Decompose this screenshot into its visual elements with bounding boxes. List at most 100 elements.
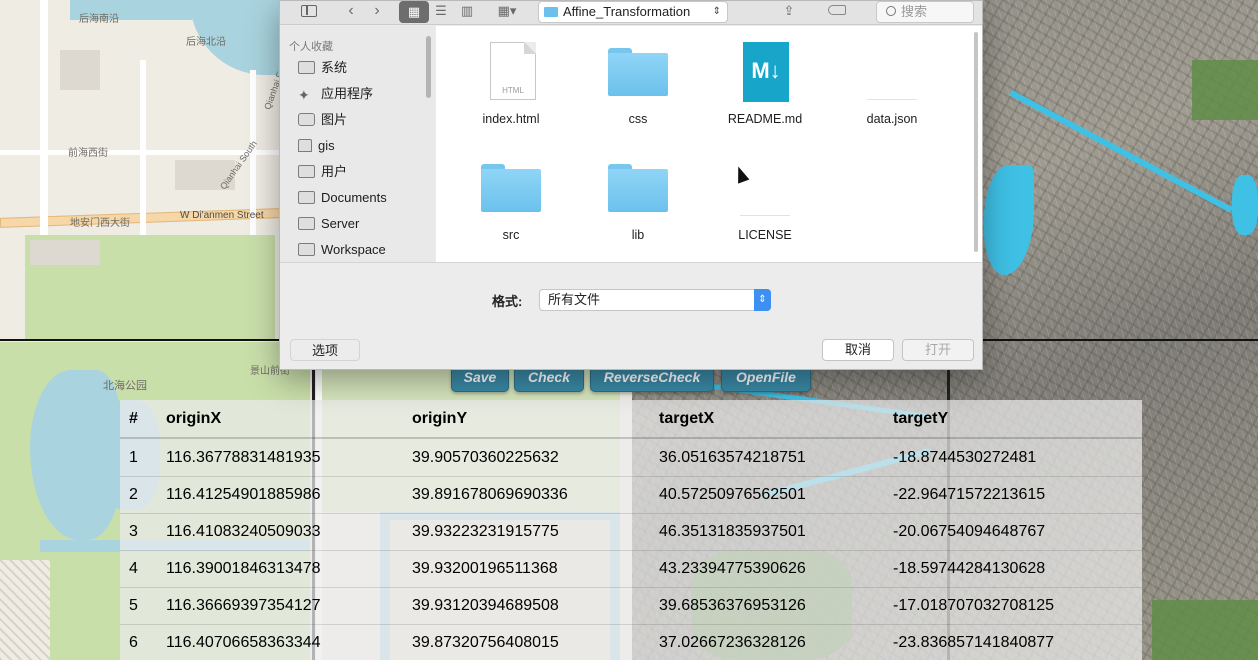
table-cell: -18.8744530272481	[893, 449, 1037, 466]
file-item[interactable]: src	[456, 142, 566, 252]
file-item[interactable]: css	[583, 26, 693, 136]
sidebar-item[interactable]: Workspace	[298, 239, 386, 261]
chevron-right-icon: ›	[374, 2, 380, 19]
folder-icon	[298, 217, 315, 230]
column-header: targetX	[659, 410, 715, 427]
file-item[interactable]: data.json	[837, 26, 947, 136]
file-item[interactable]: lib	[583, 142, 693, 252]
table-cell: 3	[129, 523, 138, 540]
table-cell: 40.57250976562501	[659, 486, 806, 503]
column-header: targetY	[893, 410, 949, 427]
table-cell: 116.36669397354127	[166, 597, 321, 614]
table-cell: 116.40706658363344	[166, 634, 321, 651]
options-button[interactable]: 选项	[290, 339, 360, 361]
sidebar-item-label: Server	[321, 216, 360, 231]
file-browser: HTML index.html css M↓ README.md data.json src…	[436, 26, 982, 262]
updown-chevron-icon: ⇕	[712, 6, 721, 17]
format-bar: 格式: 所有文件 ⇕	[280, 262, 982, 334]
sidebar-item-label: Documents	[321, 190, 387, 205]
table-cell: 43.23394775390626	[659, 560, 806, 577]
sidebar-item[interactable]: Documents	[298, 187, 387, 209]
table-cell: 39.90570360225632	[412, 449, 559, 466]
path-popup[interactable]: Affine_Transformation ⇕	[538, 1, 728, 23]
folder-icon	[608, 48, 668, 96]
files-scrollbar[interactable]	[974, 32, 978, 252]
points-table: # originX originY targetX targetY 1 116.3…	[120, 400, 1142, 660]
folder-icon	[608, 164, 668, 212]
sidebar-item-label: 用户	[321, 164, 348, 179]
search-icon	[886, 6, 896, 16]
road	[0, 150, 280, 155]
search-placeholder: 搜索	[901, 4, 928, 19]
applications-icon: ✦	[298, 87, 310, 103]
sidebar-icon	[301, 5, 317, 17]
sidebar-item[interactable]: 系统	[298, 57, 347, 79]
sidebar-scrollbar[interactable]	[426, 36, 431, 98]
dialog-sidebar: 个人收藏 系统 ✦ 应用程序图片 gis 用户 Documents Server Worksp…	[280, 26, 435, 262]
share-icon: ⇪	[783, 3, 795, 18]
file-item[interactable]: LICENSE	[710, 142, 820, 252]
home-icon	[298, 139, 312, 152]
hatched-area	[0, 560, 50, 660]
column-view-button[interactable]: ▥	[454, 1, 480, 23]
blank-file-icon	[867, 54, 917, 100]
table-cell: -20.06754094648767	[893, 523, 1046, 540]
table-cell: -17.018707032708125	[893, 597, 1055, 614]
file-name: index.html	[482, 112, 540, 126]
tag-button[interactable]	[820, 1, 854, 23]
icon-view-button[interactable]: ▦	[399, 1, 429, 23]
map-label: 后海南沿	[79, 14, 119, 25]
path-label: Affine_Transformation	[563, 4, 691, 19]
aerial-lake	[1232, 175, 1258, 235]
favorites-header: 个人收藏	[289, 41, 333, 53]
table-cell: 116.39001846313478	[166, 560, 321, 577]
sidebar-item-label: gis	[318, 138, 335, 153]
file-item[interactable]: M↓ README.md	[710, 26, 820, 136]
group-icon: ▦▾	[497, 3, 517, 18]
file-item[interactable]: HTML index.html	[456, 26, 566, 136]
map-label: 后海北沿	[186, 37, 226, 48]
folder-icon	[481, 164, 541, 212]
sidebar-toggle-button[interactable]	[288, 1, 330, 23]
sidebar-item[interactable]: 图片	[298, 109, 347, 131]
map-label: 地安门西大街	[70, 218, 130, 229]
format-select[interactable]: 所有文件 ⇕	[539, 289, 771, 311]
file-name: lib	[631, 228, 645, 242]
table-cell: -22.96471572213615	[893, 486, 1046, 503]
html-file-icon: HTML	[490, 42, 536, 100]
table-cell: 2	[129, 486, 138, 503]
documents-icon	[298, 191, 315, 204]
dialog-toolbar: ‹ › ▦ ☰ ▥ ▦▾ Affine_Transformation ⇕ ⇪ 搜…	[280, 1, 982, 25]
desktop-stage: 后海南沿 后海北沿 前海西街 北海公园 景山前街 地安门西大街 W Di'anm…	[0, 0, 1258, 660]
table-cell: 39.891678069690336	[412, 486, 568, 503]
open-button[interactable]: 打开	[902, 339, 974, 361]
sidebar-item[interactable]: gis	[298, 135, 335, 157]
forward-button[interactable]: ›	[366, 1, 388, 23]
sidebar-item[interactable]: ✦ 应用程序	[298, 83, 373, 105]
column-header: #	[129, 410, 138, 427]
open-file-dialog: ‹ › ▦ ☰ ▥ ▦▾ Affine_Transformation ⇕ ⇪ 搜…	[279, 0, 983, 370]
folder-icon	[298, 165, 315, 178]
group-button[interactable]: ▦▾	[492, 1, 522, 23]
table-cell: 116.36778831481935	[166, 449, 321, 466]
sidebar-item-label: 系统	[321, 60, 348, 75]
updown-chevron-icon: ⇕	[754, 289, 771, 311]
file-name: LICENSE	[738, 228, 792, 242]
cancel-button[interactable]: 取消	[822, 339, 894, 361]
search-field[interactable]: 搜索	[876, 1, 974, 23]
tag-icon	[828, 5, 846, 15]
list-view-button[interactable]: ☰	[428, 1, 454, 23]
file-extension-label: HTML	[502, 86, 524, 95]
table-cell: 116.41083240509033	[166, 523, 321, 540]
sidebar-item[interactable]: Server	[298, 213, 359, 235]
table-cell: 116.41254901885986	[166, 486, 321, 503]
chevron-left-icon: ‹	[348, 2, 354, 19]
table-cell: 36.05163574218751	[659, 449, 806, 466]
folder-icon	[298, 61, 315, 74]
sidebar-item[interactable]: 用户	[298, 161, 347, 183]
table-cell: 5	[129, 597, 138, 614]
share-button[interactable]: ⇪	[774, 1, 804, 23]
camera-icon	[298, 113, 315, 126]
back-button[interactable]: ‹	[340, 1, 362, 23]
table-cell: 39.93120394689508	[412, 597, 559, 614]
